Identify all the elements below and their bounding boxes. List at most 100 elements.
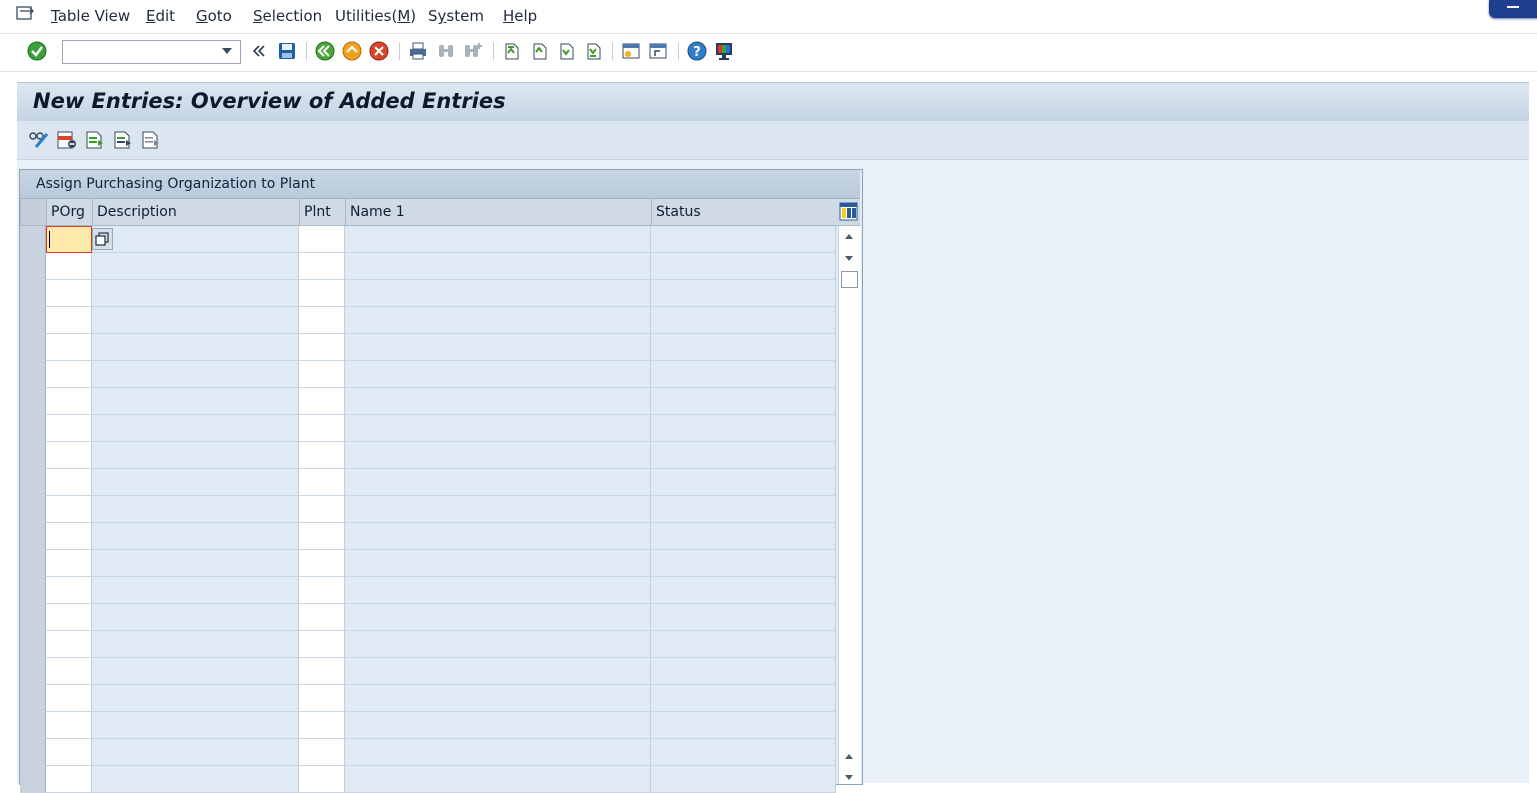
delete-row-icon[interactable] <box>56 130 78 150</box>
row-selector[interactable] <box>20 739 46 766</box>
menu-help[interactable]: Help <box>503 7 537 25</box>
column-header-name1[interactable]: Name 1 <box>345 199 651 225</box>
scroll-thumb[interactable] <box>841 271 858 288</box>
row-selector[interactable] <box>20 334 46 361</box>
column-header-plnt[interactable]: Plnt <box>299 199 345 225</box>
porg-cell[interactable] <box>46 739 92 766</box>
deselect-all-icon[interactable] <box>140 130 162 150</box>
porg-cell[interactable] <box>46 685 92 712</box>
plnt-cell[interactable] <box>299 712 345 739</box>
row-selector[interactable] <box>20 253 46 280</box>
plnt-cell[interactable] <box>299 577 345 604</box>
plnt-cell[interactable] <box>299 388 345 415</box>
row-selector[interactable] <box>20 496 46 523</box>
select-block-icon[interactable] <box>112 130 134 150</box>
plnt-cell[interactable] <box>299 631 345 658</box>
row-selector[interactable] <box>20 685 46 712</box>
table-settings-icon[interactable] <box>839 202 858 221</box>
customize-layout-icon[interactable] <box>714 41 734 61</box>
menu-system[interactable]: System <box>428 7 484 25</box>
porg-cell[interactable] <box>46 712 92 739</box>
row-selector[interactable] <box>20 604 46 631</box>
value-help-button[interactable] <box>92 228 113 250</box>
porg-cell[interactable] <box>46 496 92 523</box>
row-selector[interactable] <box>20 388 46 415</box>
row-selector[interactable] <box>20 712 46 739</box>
next-page-icon[interactable] <box>556 41 576 61</box>
plnt-cell[interactable] <box>299 604 345 631</box>
exit-icon[interactable] <box>342 41 362 61</box>
porg-cell[interactable] <box>46 253 92 280</box>
row-selector[interactable] <box>20 766 46 793</box>
row-selector[interactable] <box>20 442 46 469</box>
plnt-cell[interactable] <box>299 496 345 523</box>
menu-selection[interactable]: Selection <box>253 7 322 25</box>
column-header-status[interactable]: Status <box>651 199 836 225</box>
help-icon[interactable]: ? <box>687 41 707 61</box>
command-field[interactable] <box>62 40 241 64</box>
create-shortcut-icon[interactable] <box>648 41 668 61</box>
command-dropdown-icon[interactable] <box>222 48 232 54</box>
select-all-icon[interactable] <box>84 130 106 150</box>
menu-utilities[interactable]: Utilities(M) <box>335 7 416 25</box>
system-menu-icon[interactable] <box>16 6 36 22</box>
previous-page-icon[interactable] <box>529 41 549 61</box>
row-selector[interactable] <box>20 550 46 577</box>
scroll-down-icon[interactable] <box>845 775 853 780</box>
last-page-icon[interactable] <box>583 41 603 61</box>
back-icon[interactable] <box>315 41 335 61</box>
save-icon[interactable] <box>277 41 297 61</box>
porg-cell[interactable] <box>46 334 92 361</box>
porg-cell[interactable] <box>46 604 92 631</box>
vertical-scrollbar[interactable] <box>838 226 861 784</box>
column-header-porg[interactable]: POrg <box>46 199 92 225</box>
first-page-icon[interactable] <box>501 41 521 61</box>
porg-cell[interactable] <box>46 766 92 793</box>
enter-checkmark-icon[interactable] <box>27 41 47 61</box>
column-header-description[interactable]: Description <box>92 199 299 225</box>
plnt-cell[interactable] <box>299 415 345 442</box>
scroll-page-down-icon[interactable] <box>845 256 853 261</box>
porg-cell[interactable] <box>46 415 92 442</box>
porg-cell[interactable] <box>46 226 92 253</box>
porg-cell[interactable] <box>46 577 92 604</box>
find-icon[interactable] <box>436 41 456 61</box>
scroll-up-icon[interactable] <box>845 234 853 239</box>
row-selector[interactable] <box>20 631 46 658</box>
window-control-button[interactable] <box>1489 0 1537 18</box>
porg-cell[interactable] <box>46 442 92 469</box>
plnt-cell[interactable] <box>299 334 345 361</box>
plnt-cell[interactable] <box>299 469 345 496</box>
row-selector[interactable] <box>20 415 46 442</box>
print-icon[interactable] <box>408 41 428 61</box>
porg-cell[interactable] <box>46 280 92 307</box>
row-selector[interactable] <box>20 307 46 334</box>
porg-cell[interactable] <box>46 658 92 685</box>
row-selector[interactable] <box>20 469 46 496</box>
find-next-icon[interactable] <box>463 41 483 61</box>
plnt-cell[interactable] <box>299 280 345 307</box>
porg-cell[interactable] <box>46 388 92 415</box>
porg-cell[interactable] <box>46 361 92 388</box>
row-selector[interactable] <box>20 577 46 604</box>
row-selector[interactable] <box>20 280 46 307</box>
row-selector[interactable] <box>20 361 46 388</box>
row-selector[interactable] <box>20 658 46 685</box>
plnt-cell[interactable] <box>299 361 345 388</box>
plnt-cell[interactable] <box>299 253 345 280</box>
menu-goto[interactable]: Goto <box>196 7 232 25</box>
row-selector[interactable] <box>20 226 46 253</box>
menu-table-view[interactable]: Table View <box>51 7 130 25</box>
plnt-cell[interactable] <box>299 658 345 685</box>
plnt-cell[interactable] <box>299 523 345 550</box>
cancel-icon[interactable] <box>369 41 389 61</box>
porg-cell[interactable] <box>46 550 92 577</box>
plnt-cell[interactable] <box>299 766 345 793</box>
create-session-icon[interactable] <box>621 41 641 61</box>
plnt-cell[interactable] <box>299 685 345 712</box>
scroll-page-up-icon[interactable] <box>845 754 853 759</box>
plnt-cell[interactable] <box>299 226 345 253</box>
plnt-cell[interactable] <box>299 550 345 577</box>
plnt-cell[interactable] <box>299 442 345 469</box>
porg-cell[interactable] <box>46 523 92 550</box>
